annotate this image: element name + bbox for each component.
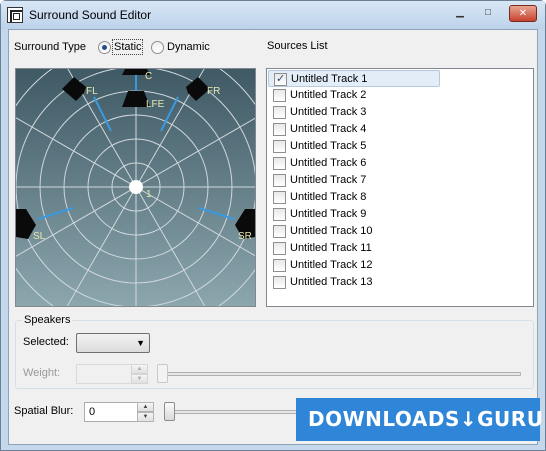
app-icon[interactable] bbox=[7, 7, 23, 23]
spatial-blur-value: 0 bbox=[89, 406, 96, 418]
spatial-blur-input[interactable]: 0 bbox=[84, 402, 138, 422]
list-item[interactable]: Untitled Track 2 bbox=[268, 87, 440, 104]
list-item[interactable]: Untitled Track 6 bbox=[268, 155, 440, 172]
weight-input[interactable] bbox=[76, 364, 132, 384]
track-checkbox[interactable] bbox=[273, 174, 286, 187]
spatial-blur-slider-thumb[interactable] bbox=[164, 402, 175, 421]
dynamic-radio-label[interactable]: Dynamic bbox=[167, 41, 210, 53]
speaker-label-fr: FR bbox=[207, 86, 221, 97]
dialog-client-area: Surround Type Static Dynamic Sources Lis… bbox=[8, 29, 538, 445]
weight-label: Weight: bbox=[23, 367, 61, 379]
spatial-blur-spinner[interactable]: ▲ ▼ bbox=[137, 402, 154, 422]
weight-spinner[interactable]: ▲ ▼ bbox=[131, 364, 148, 384]
list-item[interactable]: Untitled Track 9 bbox=[268, 206, 440, 223]
list-item-label: Untitled Track 9 bbox=[290, 208, 367, 220]
list-item-label: Untitled Track 5 bbox=[290, 140, 367, 152]
sources-list[interactable]: Untitled Track 1 Untitled Track 2 Untitl… bbox=[266, 68, 534, 307]
speaker-label-sr: SR bbox=[238, 231, 252, 242]
speaker-label-c: C bbox=[145, 71, 153, 82]
list-item[interactable]: Untitled Track 11 bbox=[268, 240, 440, 257]
panner-graphic bbox=[16, 69, 255, 306]
track-checkbox[interactable] bbox=[273, 276, 286, 289]
list-item-label: Untitled Track 6 bbox=[290, 157, 367, 169]
track-checkbox[interactable] bbox=[273, 89, 286, 102]
spin-up-icon[interactable]: ▲ bbox=[131, 364, 148, 374]
track-checkbox[interactable] bbox=[273, 191, 286, 204]
spin-down-icon[interactable]: ▼ bbox=[131, 374, 148, 384]
track-checkbox[interactable] bbox=[273, 123, 286, 136]
spin-up-icon[interactable]: ▲ bbox=[137, 402, 154, 412]
list-item[interactable]: Untitled Track 8 bbox=[268, 189, 440, 206]
weight-slider-thumb[interactable] bbox=[157, 364, 168, 383]
spin-down-icon[interactable]: ▼ bbox=[137, 412, 154, 422]
weight-slider-track[interactable] bbox=[159, 372, 521, 376]
minimize-button[interactable]: ▁ bbox=[447, 5, 473, 22]
list-item-label: Untitled Track 8 bbox=[290, 191, 367, 203]
close-button[interactable]: ✕ bbox=[509, 5, 537, 22]
track-checkbox[interactable] bbox=[274, 72, 287, 86]
dynamic-radio[interactable] bbox=[151, 41, 164, 54]
selected-speaker-dropdown[interactable]: ▼ bbox=[76, 333, 150, 353]
surround-sound-editor-window: Surround Sound Editor ▁ □ ✕ Surround Typ… bbox=[0, 0, 546, 451]
window-title: Surround Sound Editor bbox=[29, 8, 152, 22]
list-item-label: Untitled Track 12 bbox=[290, 259, 373, 271]
spatial-blur-slider-track[interactable] bbox=[167, 410, 297, 414]
list-item-label: Untitled Track 11 bbox=[290, 242, 372, 254]
list-item-label: Untitled Track 13 bbox=[290, 276, 373, 288]
list-item-label: Untitled Track 2 bbox=[290, 89, 367, 101]
track-checkbox[interactable] bbox=[273, 157, 286, 170]
track-checkbox[interactable] bbox=[273, 106, 286, 119]
list-item[interactable]: Untitled Track 10 bbox=[268, 223, 440, 240]
track-checkbox[interactable] bbox=[273, 140, 286, 153]
list-item[interactable]: Untitled Track 3 bbox=[268, 104, 440, 121]
selected-label: Selected: bbox=[23, 336, 69, 348]
list-item-label: Untitled Track 10 bbox=[290, 225, 373, 237]
speakers-group-label: Speakers bbox=[22, 314, 73, 326]
list-item[interactable]: Untitled Track 12 bbox=[268, 257, 440, 274]
static-radio-label[interactable]: Static bbox=[114, 41, 142, 53]
list-item-label: Untitled Track 3 bbox=[290, 106, 367, 118]
track-checkbox[interactable] bbox=[273, 259, 286, 272]
surround-type-label: Surround Type bbox=[14, 41, 86, 53]
list-item-label: Untitled Track 1 bbox=[291, 73, 368, 85]
spatial-blur-label: Spatial Blur: bbox=[14, 405, 74, 417]
list-item[interactable]: Untitled Track 7 bbox=[268, 172, 440, 189]
sources-list-label: Sources List bbox=[267, 40, 328, 52]
track-checkbox[interactable] bbox=[273, 242, 286, 255]
source-position-marker bbox=[129, 180, 143, 194]
list-item-label: Untitled Track 4 bbox=[290, 123, 367, 135]
downloads-guru-watermark: DOWNLOADS↓GURU bbox=[296, 398, 543, 441]
speaker-label-fl: FL bbox=[86, 86, 98, 97]
speaker-label-sl: SL bbox=[33, 231, 46, 242]
list-item-label: Untitled Track 7 bbox=[290, 174, 367, 186]
source-number-label: 1 bbox=[146, 189, 152, 200]
static-radio[interactable] bbox=[98, 41, 111, 54]
list-item[interactable]: Untitled Track 4 bbox=[268, 121, 440, 138]
track-checkbox[interactable] bbox=[273, 225, 286, 238]
title-bar[interactable]: Surround Sound Editor ▁ □ ✕ bbox=[1, 1, 545, 29]
maximize-button[interactable]: □ bbox=[475, 5, 501, 22]
chevron-down-icon: ▼ bbox=[136, 338, 145, 348]
list-item[interactable]: Untitled Track 1 bbox=[268, 70, 440, 87]
track-checkbox[interactable] bbox=[273, 208, 286, 221]
surround-panner-field[interactable]: C FL FR LFE SL SR 1 bbox=[15, 68, 256, 307]
list-item[interactable]: Untitled Track 13 bbox=[268, 274, 440, 291]
list-item[interactable]: Untitled Track 5 bbox=[268, 138, 440, 155]
speaker-label-lfe: LFE bbox=[146, 99, 165, 110]
